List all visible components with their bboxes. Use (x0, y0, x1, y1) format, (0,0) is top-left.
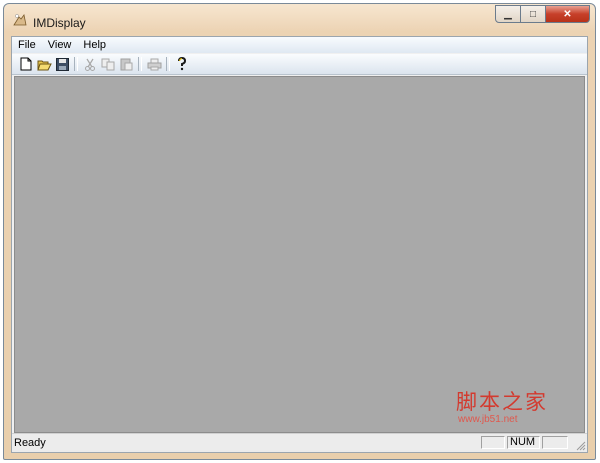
print-button[interactable] (145, 56, 163, 72)
open-icon (36, 60, 52, 70)
status-bar: Ready NUM (12, 433, 587, 452)
toolbar-separator (138, 57, 142, 71)
maximize-icon: □ (529, 8, 537, 20)
help-icon (178, 57, 187, 71)
status-pane-num: NUM (507, 436, 540, 449)
app-icon (13, 14, 27, 26)
watermark-text: 脚本之家 (456, 390, 548, 414)
copy-button[interactable] (99, 56, 117, 72)
resize-grip-icon[interactable] (574, 439, 586, 451)
menu-file[interactable]: File (12, 37, 42, 53)
caption-buttons: ▁ □ ✕ (495, 5, 590, 25)
paste-button[interactable] (117, 56, 135, 72)
toolbar (12, 54, 587, 75)
save-button[interactable] (53, 56, 71, 72)
close-icon: ✕ (563, 8, 572, 20)
menu-bar: File View Help (12, 37, 587, 53)
watermark: 脚本之家 www.jb51.net (456, 386, 548, 425)
copy-icon (101, 58, 115, 70)
maximize-button[interactable]: □ (521, 5, 546, 23)
open-button[interactable] (35, 56, 53, 72)
status-text: Ready (14, 437, 46, 449)
status-pane-caps (481, 436, 505, 449)
cut-icon (85, 58, 95, 71)
window-title: IMDisplay (33, 16, 86, 30)
toolbar-separator (74, 57, 78, 71)
menu-view[interactable]: View (42, 37, 78, 53)
paste-icon (120, 58, 132, 71)
minimize-icon: ▁ (504, 8, 512, 20)
close-button[interactable]: ✕ (546, 5, 590, 23)
save-icon (55, 57, 69, 71)
title-bar[interactable]: IMDisplay ▁ □ ✕ (4, 4, 595, 34)
new-button[interactable] (17, 56, 35, 72)
image-workspace[interactable] (14, 76, 585, 433)
menu-help[interactable]: Help (77, 37, 112, 53)
help-button[interactable] (173, 56, 191, 72)
print-icon (147, 58, 161, 70)
new-icon (20, 57, 32, 71)
minimize-button[interactable]: ▁ (495, 5, 521, 23)
cut-button[interactable] (81, 56, 99, 72)
status-pane-scroll (542, 436, 568, 449)
toolbar-separator (166, 57, 170, 71)
